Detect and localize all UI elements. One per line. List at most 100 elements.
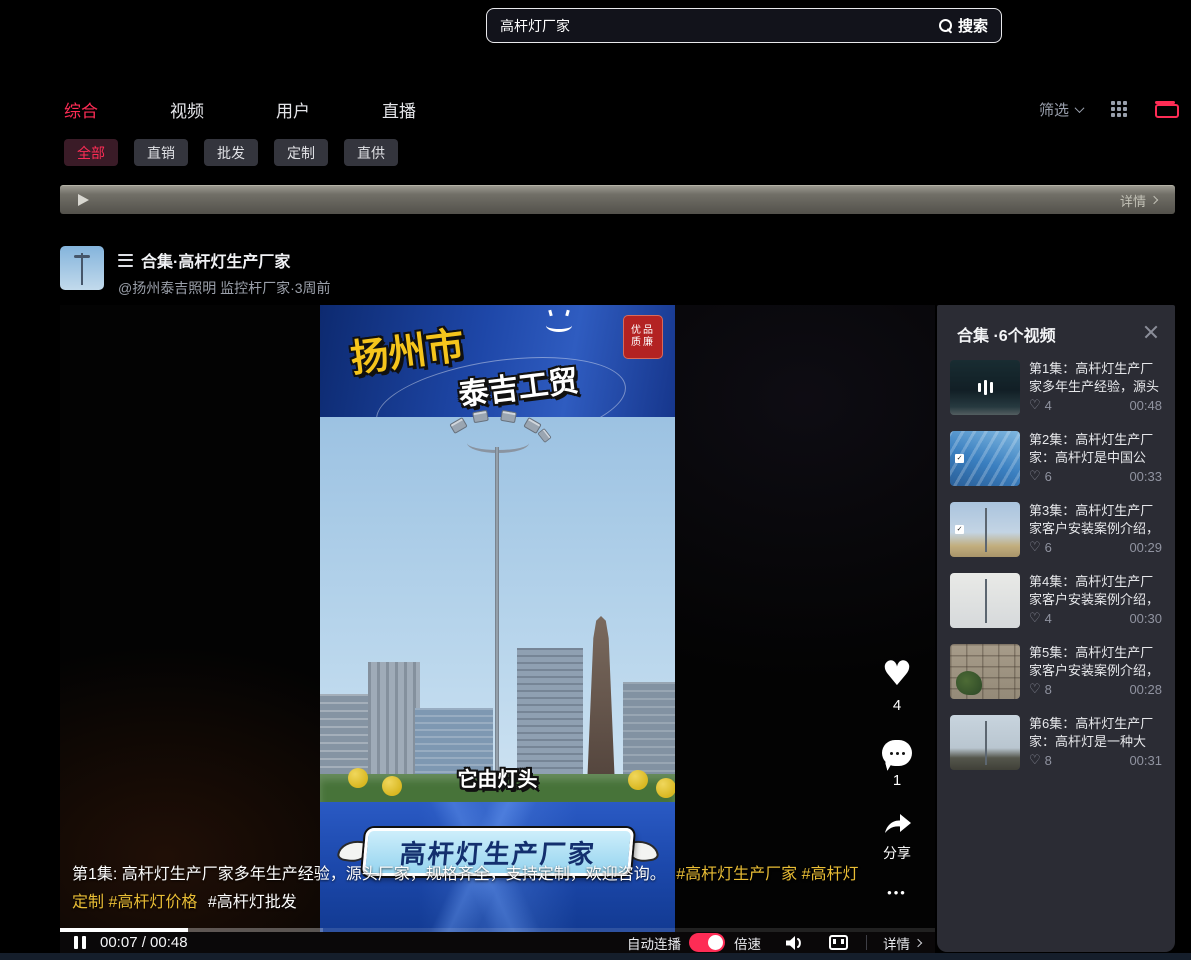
playlist-item-6[interactable]: 第6集：高杆灯生产厂家：高杆灯是一种大型… ♡ 8 00:31 <box>950 715 1162 770</box>
pole-graphic <box>985 579 987 623</box>
video-sky-scene <box>320 417 675 802</box>
chip-wholesale[interactable]: 批发 <box>204 139 258 166</box>
light-pole <box>495 447 499 804</box>
search-input[interactable] <box>500 18 931 34</box>
search-button[interactable]: 搜索 <box>939 15 988 36</box>
now-playing-icon <box>950 360 1020 415</box>
playlist-thumb: ✓ <box>950 502 1020 557</box>
progress-bar[interactable] <box>60 928 935 932</box>
like-heart-icon[interactable]: ♥ <box>882 657 912 691</box>
building <box>517 648 583 774</box>
view-controls: 筛选 <box>1039 99 1175 120</box>
heart-outline-icon: ♡ <box>1029 753 1041 768</box>
detail-button[interactable]: 详情 <box>883 933 921 953</box>
speed-button[interactable]: 倍速 <box>734 933 761 953</box>
playlist-item-3[interactable]: ✓ 第3集：高杆灯生产厂家客户安装案例介绍，质… ♡ 6 00:29 <box>950 502 1162 557</box>
playlist-item-title: 第6集：高杆灯生产厂家：高杆灯是一种大型… <box>1029 715 1162 751</box>
playlist-item-likes: 8 <box>1045 753 1052 768</box>
video-caption: 第1集: 高杆灯生产厂家多年生产经验，源头厂家，规格齐全，支持定制，欢迎咨询。 … <box>72 861 872 916</box>
pause-icon[interactable] <box>74 936 86 949</box>
collapsed-banner[interactable]: 详情 <box>60 185 1175 214</box>
chip-direct-supply[interactable]: 直供 <box>344 139 398 166</box>
filter-dropdown[interactable]: 筛选 <box>1039 99 1083 120</box>
pole-graphic <box>985 721 987 765</box>
collection-thumbnail[interactable] <box>60 246 104 290</box>
playlist-item-likes: 6 <box>1045 540 1052 555</box>
playlist-item-duration: 00:30 <box>1129 611 1162 626</box>
playlist-item-4[interactable]: 第4集：高杆灯生产厂家客户安装案例介绍，品… ♡ 4 00:30 <box>950 573 1162 628</box>
chip-direct-sale[interactable]: 直销 <box>134 139 188 166</box>
playlist-item-duration: 00:29 <box>1129 540 1162 555</box>
video-player: 扬州市 泰吉工贸 优品质廉 它由灯头 <box>60 305 935 932</box>
playlist-thumb <box>950 360 1020 415</box>
playlist-item-title: 第5集：高杆灯生产厂家客户安装案例介绍，品… <box>1029 644 1162 680</box>
collection-panel-header: 合集 ·6个视频 <box>937 305 1175 360</box>
playlist-item-title: 第3集：高杆灯生产厂家客户安装案例介绍，质… <box>1029 502 1162 538</box>
playlist-item-duration: 00:48 <box>1129 398 1162 413</box>
collection-title: 合集·高杆灯生产厂家 <box>141 248 290 272</box>
collection-icon <box>118 254 133 267</box>
author-byline[interactable]: @扬州泰吉照明 监控杆厂家·3周前 <box>118 278 331 298</box>
search-button-label: 搜索 <box>958 15 988 36</box>
quality-seal-badge: 优品质廉 <box>623 315 663 359</box>
volume-icon[interactable] <box>785 935 805 951</box>
heart-outline-icon: ♡ <box>1029 682 1041 697</box>
autoplay-toggle[interactable] <box>689 933 725 952</box>
comment-icon[interactable] <box>882 740 912 766</box>
collection-title-link[interactable]: 合集·高杆灯生产厂家 <box>118 248 331 272</box>
playlist-item-likes: 4 <box>1045 611 1052 626</box>
close-icon[interactable] <box>1143 324 1159 340</box>
banner-detail-label: 详情 <box>1120 191 1146 210</box>
chip-all[interactable]: 全部 <box>64 139 118 166</box>
bottom-strip <box>0 953 1191 960</box>
playlist-item-likes: 8 <box>1045 682 1052 697</box>
douyin-search-page: 搜索 综合 视频 用户 直播 筛选 全部 直销 批发 定制 直供 详情 <box>0 0 1191 960</box>
tab-comprehensive[interactable]: 综合 <box>64 97 98 122</box>
caption-hashtag-plain[interactable]: #高杆灯批发 <box>208 894 297 911</box>
playlist-thumb: ✓ <box>950 431 1020 486</box>
playlist-item-likes: 4 <box>1045 398 1052 413</box>
playlist-thumb <box>950 644 1020 699</box>
detail-label: 详情 <box>883 933 910 953</box>
playlist-thumb <box>950 573 1020 628</box>
search-icon <box>939 19 953 33</box>
plant-graphic <box>956 671 982 695</box>
grid-view-icon[interactable] <box>1111 101 1127 117</box>
collection-panel: 合集 ·6个视频 第1集：高杆灯生产厂家多年生产经验，源头厂… ♡ 4 00:4… <box>937 305 1175 952</box>
overlay-city-text: 扬州市 <box>347 314 467 382</box>
playlist-item-duration: 00:28 <box>1129 682 1162 697</box>
tab-user[interactable]: 用户 <box>276 97 310 122</box>
pole-graphic <box>985 508 987 552</box>
video-header: 合集·高杆灯生产厂家 @扬州泰吉照明 监控杆厂家·3周前 <box>60 246 331 298</box>
watermark-check-icon: ✓ <box>955 525 964 534</box>
playlist-item-duration: 00:31 <box>1129 753 1162 768</box>
chevron-right-icon <box>914 938 922 946</box>
playlist-item-2[interactable]: ✓ 第2集：高杆灯生产厂家：高杆灯是中国公路… ♡ 6 00:33 <box>950 431 1162 486</box>
heart-outline-icon: ♡ <box>1029 611 1041 626</box>
filter-label: 筛选 <box>1039 99 1069 120</box>
caption-text: 第1集: 高杆灯生产厂家多年生产经验，源头厂家，规格齐全，支持定制，欢迎咨询。 <box>72 866 666 883</box>
screencast-icon[interactable] <box>829 935 848 950</box>
heart-outline-icon: ♡ <box>1029 540 1041 555</box>
tab-video[interactable]: 视频 <box>170 97 204 122</box>
tab-live[interactable]: 直播 <box>382 97 416 122</box>
result-tabs: 综合 视频 用户 直播 <box>64 97 416 122</box>
playlist-item-5[interactable]: 第5集：高杆灯生产厂家客户安装案例介绍，品… ♡ 8 00:28 <box>950 644 1162 699</box>
video-title-band: 扬州市 泰吉工贸 优品质廉 <box>320 305 675 417</box>
video-stage[interactable]: 扬州市 泰吉工贸 优品质廉 它由灯头 <box>320 305 675 932</box>
video-subtitle: 它由灯头 <box>320 763 675 792</box>
spire-tower <box>577 616 625 774</box>
single-view-icon[interactable] <box>1155 101 1175 118</box>
share-button[interactable]: 分享 <box>882 811 912 863</box>
building <box>368 662 420 774</box>
time-display: 00:07 / 00:48 <box>100 934 188 951</box>
like-count: 4 <box>893 697 901 714</box>
banner-detail-link[interactable]: 详情 <box>1120 191 1157 210</box>
share-arrow-icon <box>882 811 912 835</box>
more-options-icon[interactable]: ••• <box>887 885 907 900</box>
playlist-item-1[interactable]: 第1集：高杆灯生产厂家多年生产经验，源头厂… ♡ 4 00:48 <box>950 360 1162 415</box>
heart-outline-icon: ♡ <box>1029 469 1041 484</box>
filter-chips: 全部 直销 批发 定制 直供 <box>64 139 398 166</box>
chip-custom[interactable]: 定制 <box>274 139 328 166</box>
playlist-item-duration: 00:33 <box>1129 469 1162 484</box>
